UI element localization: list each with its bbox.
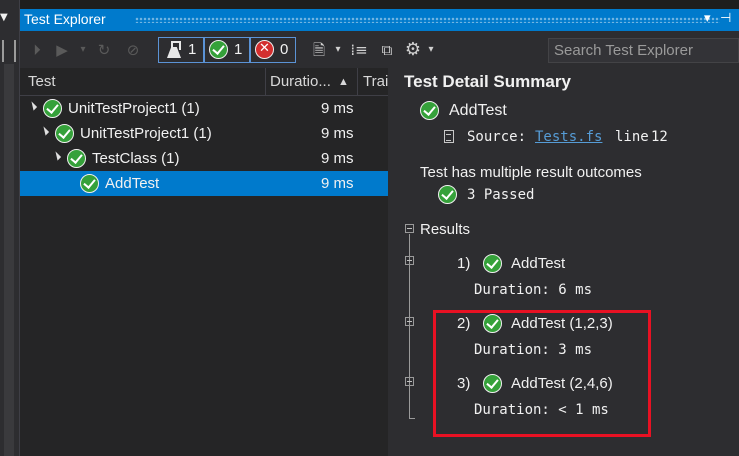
run-icon[interactable]: ▶ <box>54 39 70 61</box>
passed-icon <box>80 174 99 193</box>
outcomes-text: Test has multiple result outcomes <box>420 164 642 181</box>
detail-heading: Test Detail Summary <box>404 72 571 91</box>
source-file-icon <box>444 130 454 143</box>
total-tests-filter-button[interactable]: 1 <box>158 37 204 63</box>
tree-item-label: TestClass (1) <box>92 150 180 167</box>
title-grip[interactable] <box>135 17 720 23</box>
column-traits[interactable]: Trai <box>363 73 388 90</box>
run-all-icon[interactable]: ⏵ <box>28 39 46 61</box>
expanded-arrow-icon[interactable] <box>51 151 62 161</box>
passed-icon <box>483 254 502 273</box>
tree-row[interactable]: UnitTestProject1 (1) 9 ms <box>20 121 388 146</box>
window-menu-icon[interactable]: ▾ <box>704 11 711 26</box>
flask-icon <box>166 41 182 59</box>
source-file-link[interactable]: Tests.fs <box>535 129 602 145</box>
tree-item-label: UnitTestProject1 (1) <box>68 100 200 117</box>
column-divider[interactable] <box>357 68 358 96</box>
playlist-dropdown-icon[interactable]: ▾ <box>333 39 343 61</box>
cancel-icon[interactable]: ⊘ <box>124 39 142 61</box>
expanded-arrow-icon[interactable] <box>39 126 50 136</box>
test-tree-pane: Test Duratio... ▲ Trai UnitTestProject1 … <box>20 68 388 456</box>
tree-item-duration: 9 ms <box>321 125 354 142</box>
passed-summary: 3 Passed <box>467 187 535 203</box>
playlist-icon[interactable]: 🗎 <box>310 39 328 61</box>
run-dropdown-icon[interactable]: ▾ <box>78 39 88 61</box>
passed-tests-filter-button[interactable]: 1 <box>204 37 250 63</box>
gear-icon[interactable]: ⚙ <box>404 39 422 61</box>
result-duration: Duration: 6 ms <box>474 282 593 298</box>
source-line-label: line <box>615 129 649 145</box>
auto-hide-pin-icon[interactable]: ⊣ <box>720 11 731 26</box>
expand-result-icon[interactable] <box>405 317 414 326</box>
tree-row[interactable]: TestClass (1) 9 ms <box>20 146 388 171</box>
passed-icon <box>420 101 439 120</box>
tree-item-label: AddTest <box>105 175 160 192</box>
window-title: Test Explorer <box>24 11 106 27</box>
search-box[interactable] <box>548 38 739 63</box>
passed-icon <box>438 185 457 204</box>
result-name: AddTest <box>511 255 566 272</box>
failed-tests-filter-button[interactable]: ✕ 0 <box>250 37 296 63</box>
settings-dropdown-icon[interactable]: ▾ <box>426 39 436 61</box>
tree-column-header: Test Duratio... ▲ Trai <box>20 68 388 96</box>
source-line-number: 12 <box>651 129 668 145</box>
copy-icon[interactable]: ⧉ <box>378 39 396 61</box>
column-test[interactable]: Test <box>28 73 56 90</box>
tree-item-duration: 9 ms <box>321 175 354 192</box>
expand-result-icon[interactable] <box>405 256 414 265</box>
title-bar: Test Explorer ▾ ⊣ <box>20 9 739 31</box>
chevron-down-icon[interactable]: ▼ <box>0 12 10 23</box>
pin-icon[interactable] <box>2 40 16 62</box>
tree-item-duration: 9 ms <box>321 100 354 117</box>
failed-count: 0 <box>280 41 289 58</box>
search-input[interactable] <box>549 39 738 62</box>
failed-icon: ✕ <box>255 40 274 59</box>
tree-row[interactable]: UnitTestProject1 (1) 9 ms <box>20 96 388 121</box>
results-tree-line <box>409 418 415 419</box>
sort-ascending-icon: ▲ <box>338 76 349 88</box>
dock-scroll-rail <box>4 64 14 456</box>
source-label: Source: <box>467 129 527 145</box>
passed-icon <box>209 40 228 59</box>
passed-icon <box>43 99 62 118</box>
passed-count: 1 <box>234 41 243 58</box>
group-by-icon[interactable]: ⁞≡ <box>350 39 368 61</box>
column-divider[interactable] <box>265 68 266 96</box>
toolbar: ⏵ ▶ ▾ ↻ ⊘ 1 1 ✕ 0 🗎 ▾ ⁞≡ ⧉ ⚙ ▾ <box>20 31 739 68</box>
left-dock-strip: ▼ <box>0 0 20 456</box>
tree-row-selected[interactable]: AddTest 9 ms <box>20 171 388 196</box>
result-index: 1) <box>457 255 471 272</box>
total-count: 1 <box>188 41 197 58</box>
collapse-results-icon[interactable] <box>405 224 414 233</box>
tree-item-label: UnitTestProject1 (1) <box>80 125 212 142</box>
expand-result-icon[interactable] <box>405 377 414 386</box>
passed-icon <box>67 149 86 168</box>
tree-item-duration: 9 ms <box>321 150 354 167</box>
column-duration[interactable]: Duratio... <box>270 73 331 90</box>
expanded-arrow-icon[interactable] <box>27 101 38 111</box>
passed-icon <box>55 124 74 143</box>
highlight-annotation-box <box>433 310 651 437</box>
results-label: Results <box>420 221 471 238</box>
detail-test-name: AddTest <box>449 102 507 119</box>
repeat-run-icon[interactable]: ↻ <box>94 39 114 61</box>
